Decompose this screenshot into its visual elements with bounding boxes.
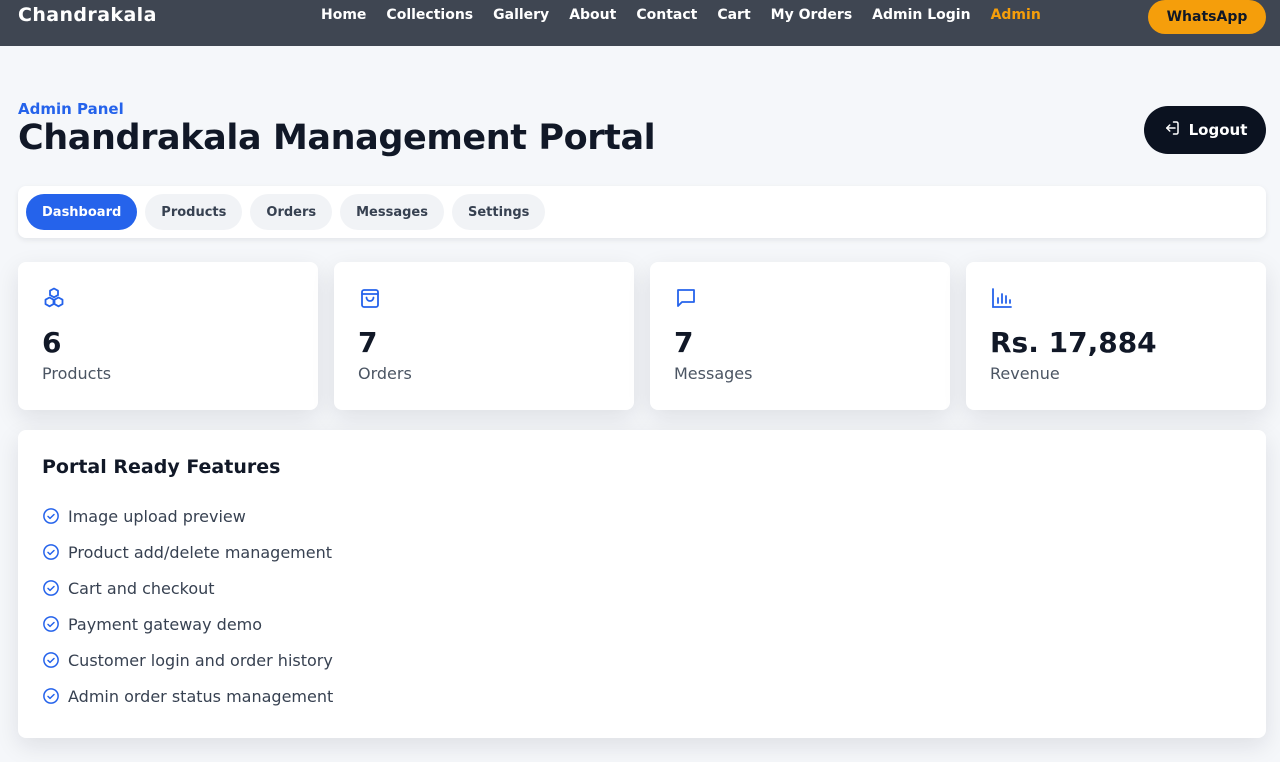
brand-logo[interactable]: Chandrakala [18,4,157,26]
list-item: Image upload preview [42,498,333,534]
list-item: Customer login and order history [42,642,333,678]
stat-label: Revenue [990,364,1060,383]
check-circle-icon [42,507,60,525]
feature-label: Image upload preview [68,506,246,526]
stat-value: 6 [42,326,62,359]
stat-value: Rs. 17,884 [990,326,1157,359]
features-title: Portal Ready Features [42,456,281,478]
nav-link-collections[interactable]: Collections [386,7,473,23]
logout-icon [1163,119,1181,141]
list-item: Admin order status management [42,678,333,714]
check-circle-icon [42,615,60,633]
stat-card-products: 6 Products [18,262,318,410]
feature-label: Customer login and order history [68,650,333,670]
stat-label: Orders [358,364,412,383]
check-circle-icon [42,579,60,597]
tab-settings[interactable]: Settings [452,194,546,230]
feature-label: Product add/delete management [68,542,333,562]
list-item: Payment gateway demo [42,606,333,642]
stat-value: 7 [358,326,378,359]
tab-products[interactable]: Products [145,194,243,230]
nav-link-home[interactable]: Home [321,7,366,23]
stat-value: 7 [674,326,694,359]
logout-button[interactable]: Logout [1144,106,1266,154]
nav-link-admin-login[interactable]: Admin Login [872,7,970,23]
stat-label: Messages [674,364,753,383]
stat-card-orders: 7 Orders [334,262,634,410]
cubes-icon [42,286,66,310]
tab-orders[interactable]: Orders [250,194,333,230]
top-navbar: Chandrakala Home Collections Gallery Abo… [0,0,1280,46]
tab-dashboard[interactable]: Dashboard [26,194,138,230]
nav-link-about[interactable]: About [569,7,616,23]
admin-panel-eyebrow: Admin Panel [18,100,124,118]
nav-link-gallery[interactable]: Gallery [493,7,549,23]
logout-label: Logout [1188,121,1248,139]
page-title: Chandrakala Management Portal [18,118,656,158]
shopping-bag-icon [358,286,382,310]
feature-label: Payment gateway demo [68,614,263,634]
feature-label: Cart and checkout [68,578,215,598]
tab-messages[interactable]: Messages [340,194,444,230]
nav-link-my-orders[interactable]: My Orders [771,7,853,23]
features-panel: Portal Ready Features Image upload previ… [18,430,1266,738]
check-circle-icon [42,543,60,561]
stat-card-messages: 7 Messages [650,262,950,410]
bar-chart-icon [990,286,1014,310]
list-item: Cart and checkout [42,570,333,606]
check-circle-icon [42,651,60,669]
whatsapp-button[interactable]: WhatsApp [1148,0,1266,34]
feature-list: Image upload preview Product add/delete … [42,498,333,714]
stat-card-revenue: Rs. 17,884 Revenue [966,262,1266,410]
nav-link-admin[interactable]: Admin [991,7,1041,23]
nav-link-cart[interactable]: Cart [717,7,750,23]
admin-tabs: Dashboard Products Orders Messages Setti… [18,186,1266,238]
main-nav: Home Collections Gallery About Contact C… [321,7,1061,23]
nav-link-contact[interactable]: Contact [636,7,697,23]
list-item: Product add/delete management [42,534,333,570]
check-circle-icon [42,687,60,705]
message-icon [674,286,698,310]
feature-label: Admin order status management [68,686,334,706]
stat-label: Products [42,364,112,383]
